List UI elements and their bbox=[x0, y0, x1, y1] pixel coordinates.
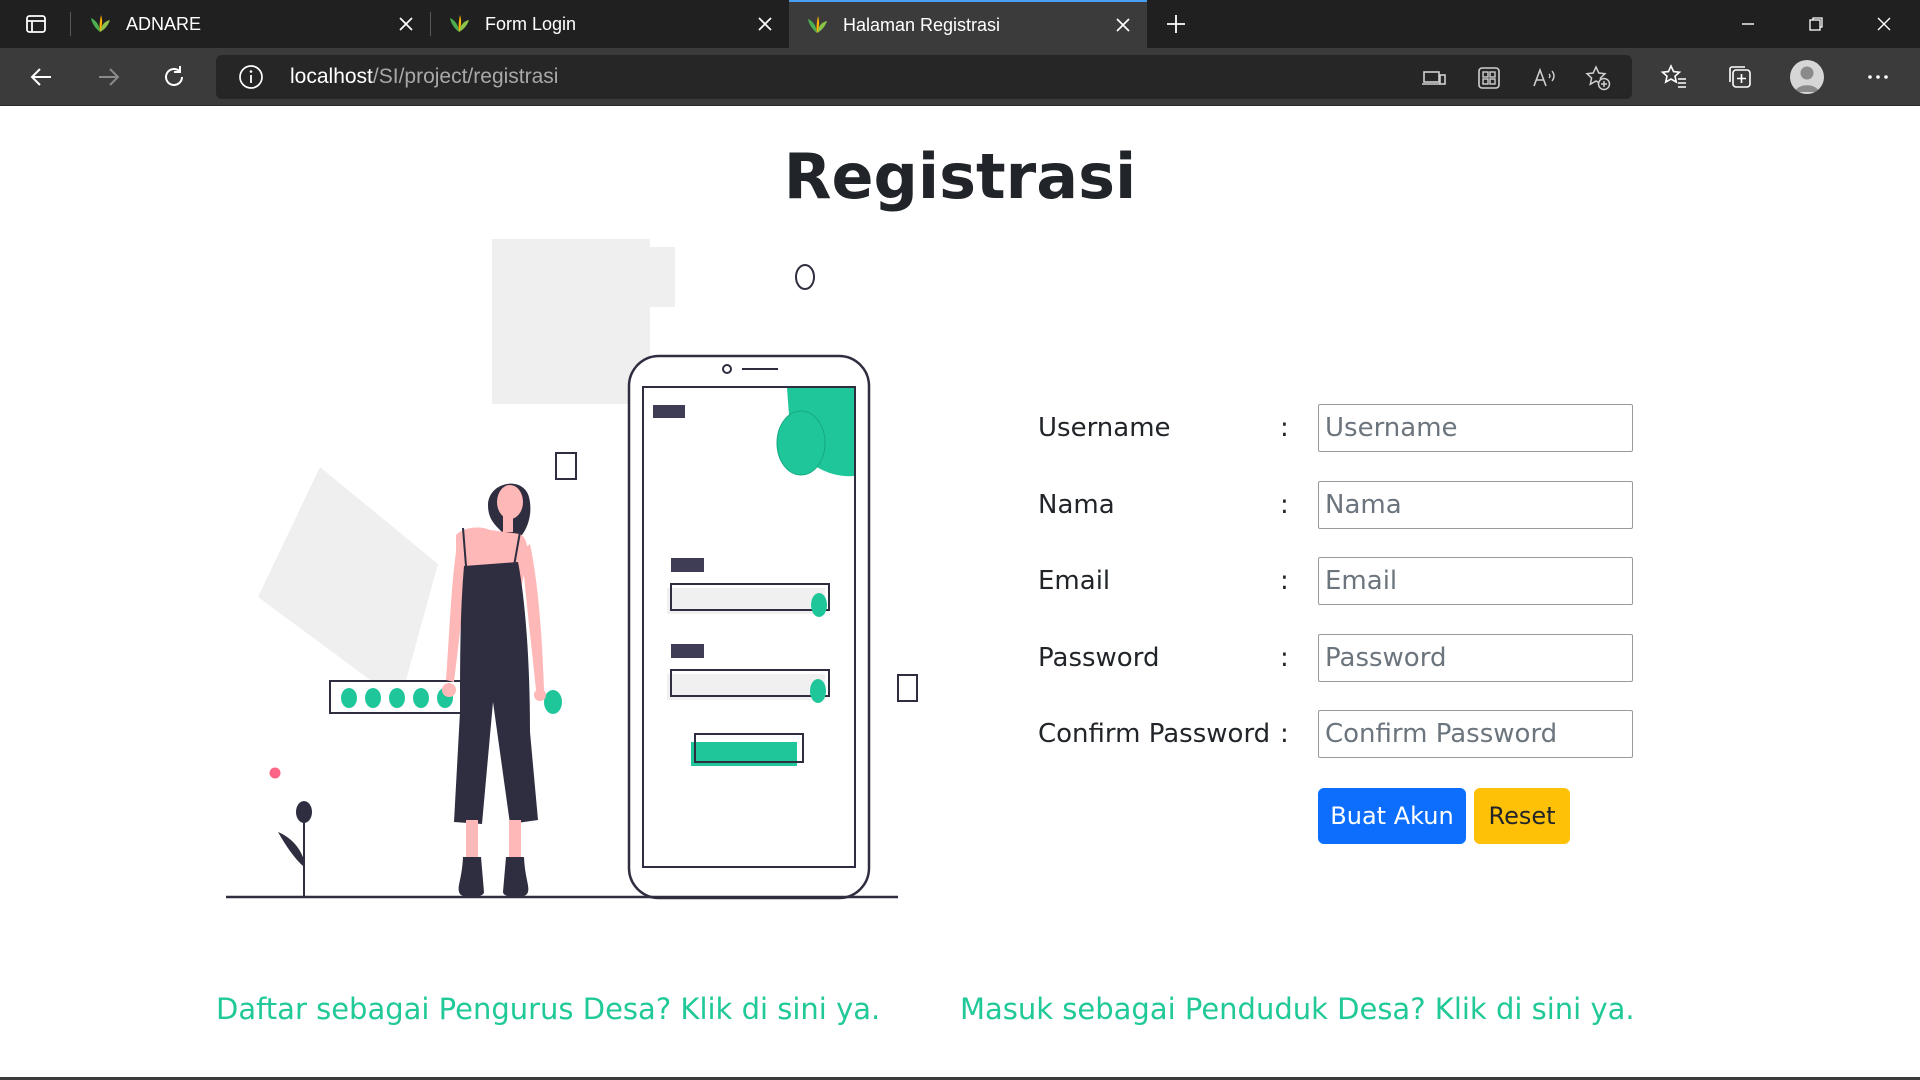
url-text[interactable]: localhost/SI/project/registrasi bbox=[290, 55, 558, 99]
confirm-password-input[interactable] bbox=[1318, 710, 1633, 758]
tab-bar: ADNARE Form Login Halaman Registrasi bbox=[0, 0, 1920, 48]
plant-leaf bbox=[278, 832, 304, 867]
profile-avatar-icon[interactable] bbox=[1790, 60, 1824, 94]
tab-form-login[interactable]: Form Login bbox=[431, 0, 789, 48]
close-icon[interactable] bbox=[1109, 11, 1137, 39]
reset-button[interactable]: Reset bbox=[1474, 788, 1570, 844]
close-window-icon[interactable] bbox=[1850, 0, 1918, 48]
screen-label-bar bbox=[671, 558, 704, 572]
tab-halaman-registrasi[interactable]: Halaman Registrasi bbox=[789, 0, 1147, 48]
leaf-favicon-icon bbox=[450, 15, 469, 32]
username-label: Username bbox=[1038, 413, 1171, 443]
address-bar[interactable]: localhost/SI/project/registrasi bbox=[216, 55, 1632, 99]
pengurus-desa-link[interactable]: Daftar sebagai Pengurus Desa? Klik di si… bbox=[216, 992, 880, 1026]
back-icon[interactable] bbox=[22, 57, 62, 97]
tab-title: ADNARE bbox=[126, 13, 202, 34]
favorite-add-icon[interactable] bbox=[1584, 64, 1612, 92]
collections-icon[interactable] bbox=[1722, 59, 1758, 95]
minimize-icon[interactable] bbox=[1714, 0, 1782, 48]
close-icon[interactable] bbox=[392, 10, 420, 38]
screen-circle bbox=[776, 410, 826, 476]
penduduk-desa-link[interactable]: Masuk sebagai Penduduk Desa? Klik di sin… bbox=[960, 992, 1635, 1026]
email-input[interactable] bbox=[1318, 557, 1633, 605]
buat-akun-button[interactable]: Buat Akun bbox=[1318, 788, 1466, 844]
confirm-password-label: Confirm Password bbox=[1038, 719, 1271, 749]
label-colon: : bbox=[1280, 566, 1289, 596]
screen-header-bar bbox=[653, 405, 685, 418]
password-dot bbox=[389, 688, 405, 708]
url-path: /SI/project/registrasi bbox=[372, 65, 559, 88]
apps-icon[interactable] bbox=[1475, 64, 1503, 92]
username-input[interactable] bbox=[1318, 404, 1633, 452]
outline-ellipse bbox=[795, 264, 815, 290]
nama-label: Nama bbox=[1038, 490, 1115, 520]
forward-icon[interactable] bbox=[88, 57, 128, 97]
page-title: Registrasi bbox=[783, 140, 1137, 213]
label-colon: : bbox=[1280, 719, 1289, 749]
restore-icon[interactable] bbox=[1782, 0, 1850, 48]
outline-rect bbox=[555, 452, 577, 480]
bg-square-large bbox=[492, 239, 650, 404]
screen-field-dot bbox=[810, 679, 826, 703]
bg-diamond bbox=[258, 467, 438, 702]
read-aloud-icon[interactable] bbox=[1530, 64, 1558, 92]
favorites-icon[interactable] bbox=[1656, 59, 1692, 95]
more-icon[interactable] bbox=[1860, 59, 1896, 95]
tab-adnare[interactable]: ADNARE bbox=[72, 0, 430, 48]
screen-field-dot bbox=[811, 593, 827, 617]
password-dot bbox=[341, 688, 357, 708]
leaf-favicon-icon bbox=[91, 15, 110, 32]
close-icon[interactable] bbox=[751, 10, 779, 38]
email-label: Email bbox=[1038, 566, 1111, 596]
password-input[interactable] bbox=[1318, 634, 1633, 682]
browser-toolbar: localhost/SI/project/registrasi bbox=[0, 48, 1920, 106]
sign-up-illustration bbox=[226, 239, 918, 900]
tab-title: Form Login bbox=[485, 13, 577, 34]
password-label: Password bbox=[1038, 643, 1160, 673]
password-dot bbox=[365, 688, 381, 708]
label-colon: : bbox=[1280, 413, 1289, 443]
tab-actions-icon[interactable] bbox=[16, 10, 56, 38]
outline-rect bbox=[897, 674, 918, 702]
label-colon: : bbox=[1280, 643, 1289, 673]
nama-input[interactable] bbox=[1318, 481, 1633, 529]
leaf-favicon-icon bbox=[808, 16, 827, 33]
plant-bud bbox=[296, 801, 312, 823]
tab-separator bbox=[70, 12, 71, 36]
devices-icon[interactable] bbox=[1420, 64, 1448, 92]
info-icon[interactable] bbox=[238, 64, 264, 90]
tab-title: Halaman Registrasi bbox=[843, 14, 1001, 35]
plus-icon[interactable] bbox=[1160, 8, 1192, 40]
bg-square-small bbox=[630, 247, 675, 307]
screen-label-bar bbox=[671, 644, 704, 658]
plant-flower bbox=[269, 767, 281, 779]
label-colon: : bbox=[1280, 490, 1289, 520]
password-dot bbox=[413, 688, 429, 708]
refresh-icon[interactable] bbox=[154, 57, 194, 97]
url-host: localhost bbox=[290, 65, 373, 88]
